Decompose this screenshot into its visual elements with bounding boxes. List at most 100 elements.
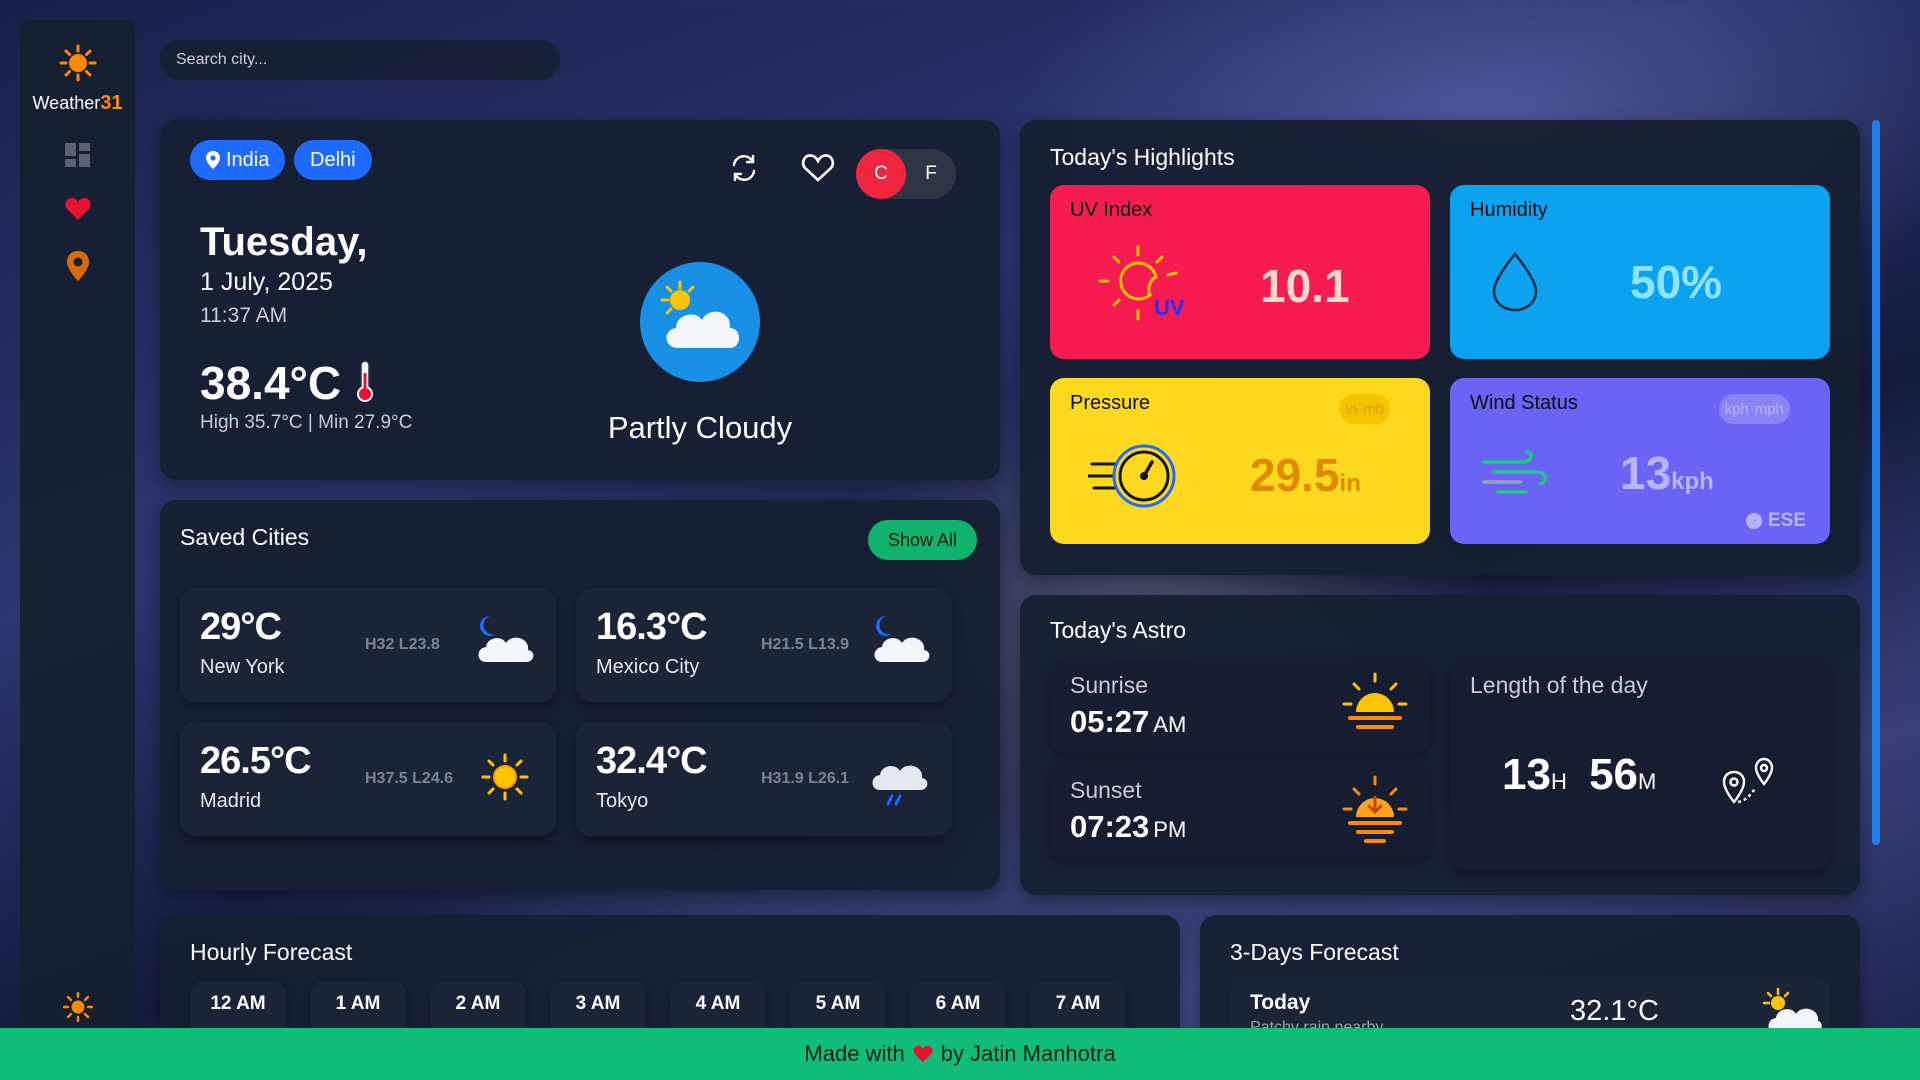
sunrise-time-value: 05:27 xyxy=(1070,704,1150,739)
sunset-time-value: 07:23 xyxy=(1070,809,1150,844)
humidity-tile: Humidity 50% xyxy=(1450,185,1830,359)
pressure-tile: Pressure in mb 29.5in xyxy=(1050,378,1430,544)
country-pill[interactable]: India xyxy=(190,140,286,180)
sunrise-icon xyxy=(1342,672,1408,740)
current-weather-card: India Delhi C F Tuesday, 1 July, 2025 11… xyxy=(160,120,1000,480)
sunset-time: 07:23 PM xyxy=(1070,809,1186,845)
city-name: Mexico City xyxy=(596,656,700,678)
dashboard-icon[interactable] xyxy=(64,143,91,171)
forecast-day: Today xyxy=(1250,991,1311,1014)
hour-label: 3 AM xyxy=(575,993,621,1014)
sunrise-label: Sunrise xyxy=(1070,672,1148,698)
sidebar: Weather31 xyxy=(20,20,135,1060)
wind-direction-label: ESE xyxy=(1767,510,1806,531)
speedometer-icon xyxy=(1086,436,1184,520)
wind-status-tile: Wind Status kph mph 13kph ESE xyxy=(1450,378,1830,544)
uv-sun-icon: UV xyxy=(1098,243,1188,337)
theme-toggle-sun-icon[interactable] xyxy=(62,991,93,1026)
day-length-label: Length of the day xyxy=(1470,672,1648,698)
wind-label: Wind Status xyxy=(1470,392,1578,414)
city-high-low: H31.9 L26.1 xyxy=(761,770,850,787)
heart-icon xyxy=(913,1045,933,1063)
sunrise-time: 05:27 AM xyxy=(1070,704,1186,740)
highlights-title: Today's Highlights xyxy=(1050,144,1235,170)
moon-cloud-icon xyxy=(472,610,536,674)
current-date: 1 July, 2025 xyxy=(200,268,333,296)
city-temp: 32.4°C xyxy=(596,740,708,782)
refresh-button[interactable] xyxy=(724,148,764,188)
pressure-label: Pressure xyxy=(1070,392,1151,414)
saved-city-card[interactable]: 32.4°C Tokyo H31.9 L26.1 xyxy=(576,722,952,836)
thermometer-icon xyxy=(356,360,373,402)
sunset-box: Sunset 07:23 PM xyxy=(1050,763,1430,858)
day-length-box: Length of the day 13H 56M xyxy=(1450,658,1830,870)
humidity-value: 50% xyxy=(1630,256,1723,308)
saved-city-card[interactable]: 29°C New York H32 L23.8 xyxy=(180,588,556,702)
favorite-button[interactable] xyxy=(798,148,838,188)
current-temp-value: 38.4°C xyxy=(200,357,342,409)
partly-cloudy-icon xyxy=(640,262,760,382)
sunset-ampm: PM xyxy=(1153,817,1187,842)
uv-label: UV Index xyxy=(1070,199,1153,221)
saved-city-card[interactable]: 16.3°C Mexico City H21.5 L13.9 xyxy=(576,588,952,702)
route-pins-icon xyxy=(1720,754,1780,810)
pressure-number: 29.5 xyxy=(1250,449,1340,501)
uv-badge: UV xyxy=(1154,295,1185,320)
astro-card: Today's Astro Sunrise 05:27 AM Sunset 07:… xyxy=(1020,595,1860,895)
city-high-low: H21.5 L13.9 xyxy=(761,636,850,653)
favorites-heart-icon[interactable] xyxy=(64,197,91,225)
scrollbar[interactable] xyxy=(1872,120,1880,845)
saved-cities-card: Saved Cities Show All 29°C New York H32 … xyxy=(160,500,1000,890)
pressure-unit-toggle[interactable]: in mb xyxy=(1339,394,1390,424)
wind-number: 13 xyxy=(1620,447,1672,499)
city-name: Madrid xyxy=(200,790,262,812)
unit-celsius-button[interactable]: C xyxy=(856,149,906,199)
wind-icon xyxy=(1480,450,1550,504)
current-day: Tuesday, xyxy=(200,220,368,264)
location-pin-icon xyxy=(206,151,220,169)
day-length-hours: 13 xyxy=(1502,750,1551,799)
country-label: India xyxy=(226,148,270,171)
day-length-minutes: 56 xyxy=(1589,750,1639,799)
city-temp: 26.5°C xyxy=(200,740,312,782)
water-drop-icon xyxy=(1490,251,1540,317)
wind-value: 13kph xyxy=(1620,446,1714,500)
footer-author: by Jatin Manhotra xyxy=(940,1041,1116,1066)
wind-unit-toggle[interactable]: kph mph xyxy=(1718,394,1790,424)
search-input[interactable] xyxy=(160,40,560,80)
wind-direction: ESE xyxy=(1745,510,1806,532)
show-all-button[interactable]: Show All xyxy=(868,520,978,560)
pressure-unit-mb[interactable]: mb xyxy=(1363,401,1384,418)
unit-toggle[interactable]: C F xyxy=(856,149,956,199)
day-length-minutes-unit: M xyxy=(1638,769,1657,794)
sunrise-box: Sunrise 05:27 AM xyxy=(1050,658,1430,753)
sun-icon xyxy=(480,752,530,806)
saved-city-card[interactable]: 26.5°C Madrid H37.5 L24.6 xyxy=(180,722,556,836)
side-nav xyxy=(64,143,91,285)
current-temperature: 38.4°C xyxy=(200,356,376,410)
location-pin-icon[interactable] xyxy=(66,251,90,285)
current-condition: Partly Cloudy xyxy=(607,410,793,445)
current-high-low: High 35.7°C | Min 27.9°C xyxy=(200,412,413,433)
unit-fahrenheit-button[interactable]: F xyxy=(906,149,956,199)
city-temp: 29°C xyxy=(200,606,282,648)
wind-unit-kph[interactable]: kph xyxy=(1725,401,1749,418)
footer: Made with by Jatin Manhotra xyxy=(0,1028,1920,1080)
wind-unit-mph[interactable]: mph xyxy=(1755,401,1784,418)
pressure-unit-in[interactable]: in xyxy=(1345,401,1357,418)
heart-outline-icon xyxy=(801,154,835,182)
logo-sun-icon xyxy=(59,44,97,86)
forecast-title: 3-Days Forecast xyxy=(1230,939,1399,965)
day-length-hours-unit: H xyxy=(1550,769,1567,794)
wind-unit: kph xyxy=(1671,468,1714,495)
forecast-temp: 32.1°C xyxy=(1570,995,1659,1027)
hour-label: 4 AM xyxy=(695,993,741,1014)
city-pill[interactable]: Delhi xyxy=(294,140,372,180)
compass-icon xyxy=(1745,513,1762,529)
uv-value: 10.1 xyxy=(1260,260,1350,312)
sunset-icon xyxy=(1342,775,1408,849)
pressure-value: 29.5in xyxy=(1250,448,1361,502)
city-name: Tokyo xyxy=(596,790,649,812)
hour-label: 5 AM xyxy=(815,993,861,1014)
logo-name: Weather xyxy=(32,93,101,113)
